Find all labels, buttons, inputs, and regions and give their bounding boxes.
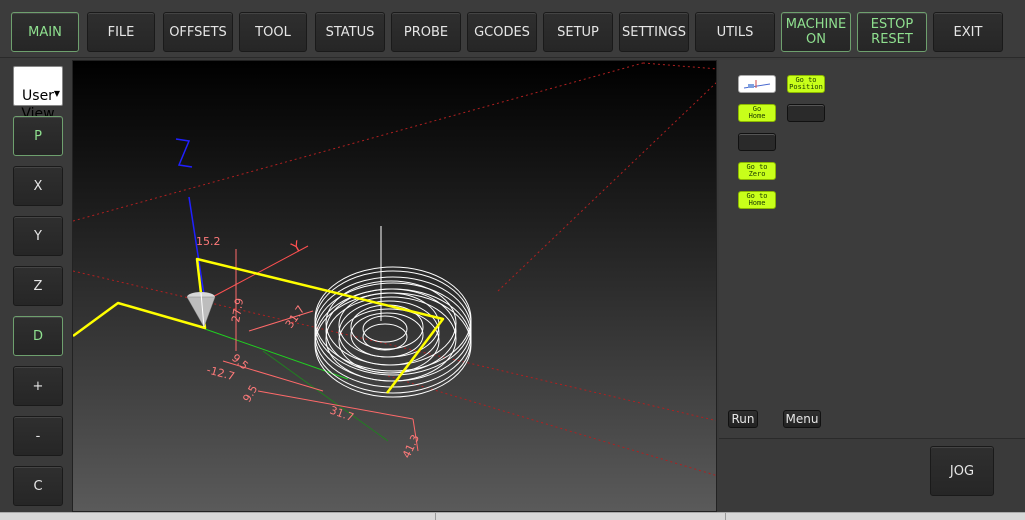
machine-limits-box bbox=[73, 62, 716, 476]
clear-plot-button[interactable]: C bbox=[13, 466, 63, 506]
dimension-labels: 15.2 27.9 31.7 9.5 -12.7 9.5 31.7 41.3 bbox=[196, 235, 422, 460]
dim-label: 9.5 bbox=[240, 383, 260, 405]
status-separator bbox=[435, 513, 436, 520]
position-preview-icon bbox=[743, 80, 771, 89]
chevron-down-icon: ▼ bbox=[53, 89, 60, 98]
go-to-zero-button[interactable]: Go to Zero bbox=[738, 162, 776, 180]
view-z-button[interactable]: Z bbox=[13, 266, 63, 306]
tab-utils[interactable]: UTILS bbox=[695, 12, 775, 52]
toolpath-3d-viewport[interactable]: Z Y 15.2 27.9 31.7 9.5 -12.7 9.5 31.7 41… bbox=[72, 60, 717, 512]
exit-button[interactable]: EXIT bbox=[933, 12, 1003, 52]
zoom-in-button[interactable]: + bbox=[13, 366, 63, 406]
machine-on-button[interactable]: MACHINE ON bbox=[781, 12, 851, 52]
toolpath-plot: Z Y 15.2 27.9 31.7 9.5 -12.7 9.5 31.7 41… bbox=[73, 62, 716, 476]
view-select-dropdown[interactable]: User View ▼ bbox=[13, 66, 63, 122]
go-to-home-button[interactable]: Go to Home bbox=[738, 191, 776, 209]
tab-main[interactable]: MAIN bbox=[11, 12, 79, 52]
top-navigation-bar: MAIN FILE OFFSETS TOOL STATUS PROBE GCOD… bbox=[0, 0, 1025, 58]
zoom-out-button[interactable]: - bbox=[13, 416, 63, 456]
dim-label: 27.9 bbox=[229, 297, 246, 323]
dim-label: 31.7 bbox=[328, 404, 355, 425]
y-axis-label: Y bbox=[288, 238, 305, 257]
tool-cone-icon bbox=[186, 292, 216, 328]
z-axis-glyph bbox=[175, 138, 193, 168]
go-to-position-thumbnail[interactable] bbox=[738, 75, 776, 93]
go-to-position-button[interactable]: Go to Position bbox=[787, 75, 825, 93]
toolpath-spiral bbox=[314, 226, 472, 398]
dim-label: 41.3 bbox=[400, 433, 422, 461]
tab-gcodes[interactable]: GCODES bbox=[467, 12, 537, 52]
go-home-button[interactable]: Go Home bbox=[738, 104, 776, 122]
view-d-button[interactable]: D bbox=[13, 316, 63, 356]
tab-settings[interactable]: SETTINGS bbox=[619, 12, 689, 52]
tab-tool[interactable]: TOOL bbox=[239, 12, 307, 52]
menu-button[interactable]: Menu bbox=[783, 410, 821, 428]
view-p-button[interactable]: P bbox=[13, 116, 63, 156]
view-x-button[interactable]: X bbox=[13, 166, 63, 206]
run-button[interactable]: Run bbox=[728, 410, 758, 428]
origin-line bbox=[262, 350, 389, 442]
z-axis-line bbox=[188, 196, 206, 302]
z-axis-label: Z bbox=[173, 150, 174, 152]
tab-probe[interactable]: PROBE bbox=[391, 12, 461, 52]
macro-empty-button[interactable] bbox=[738, 133, 776, 151]
dim-label: -12.7 bbox=[205, 363, 236, 383]
view-y-button[interactable]: Y bbox=[13, 216, 63, 256]
macro-empty-button[interactable] bbox=[787, 104, 825, 122]
status-bar bbox=[0, 512, 1025, 520]
dim-label: 15.2 bbox=[196, 235, 221, 248]
estop-reset-button[interactable]: ESTOP RESET bbox=[857, 12, 927, 52]
status-separator bbox=[725, 513, 726, 520]
tab-file[interactable]: FILE bbox=[87, 12, 155, 52]
tab-setup[interactable]: SETUP bbox=[543, 12, 613, 52]
dim-label: 31.7 bbox=[283, 303, 308, 331]
tab-status[interactable]: STATUS bbox=[315, 12, 385, 52]
tab-offsets[interactable]: OFFSETS bbox=[163, 12, 233, 52]
jog-button[interactable]: JOG bbox=[930, 446, 994, 496]
